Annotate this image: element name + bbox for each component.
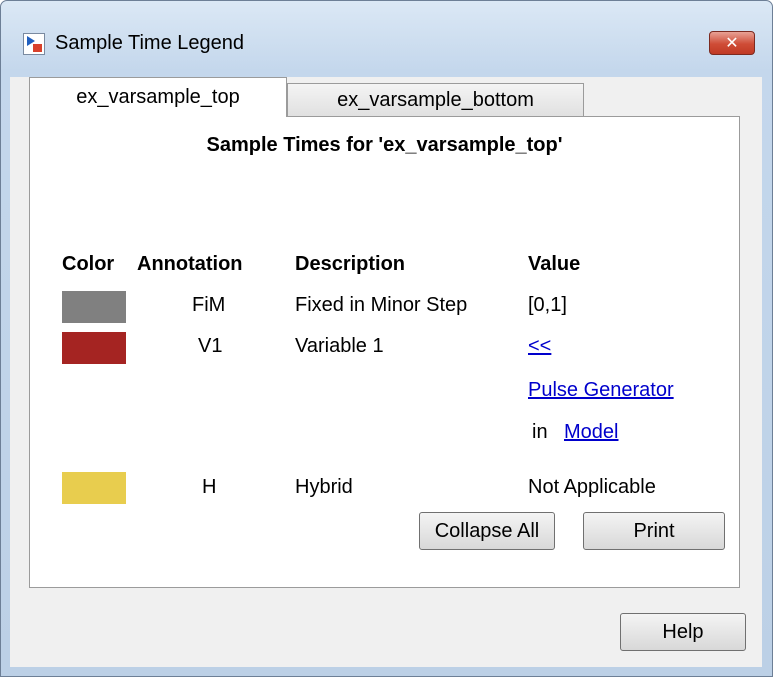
header-annotation: Annotation <box>137 253 243 275</box>
value-hybrid: Not Applicable <box>528 476 656 498</box>
app-icon-block-shape <box>33 44 42 52</box>
pulse-generator-link[interactable]: Pulse Generator <box>528 379 674 402</box>
description-fim: Fixed in Minor Step <box>295 294 468 316</box>
title-bar: Sample Time Legend ✕ <box>1 1 772 81</box>
in-label: in <box>532 421 548 443</box>
header-value: Value <box>528 253 581 275</box>
dialog-client-area: ex_varsample_top ex_varsample_bottom Sam… <box>10 77 762 667</box>
tab-panel: Sample Times for 'ex_varsample_top' Colo… <box>29 116 740 588</box>
header-color: Color <box>62 253 115 275</box>
color-swatch-hybrid <box>62 472 126 504</box>
annotation-fim: FiM <box>192 294 226 316</box>
print-label: Print <box>633 519 675 542</box>
collapse-all-label: Collapse All <box>434 519 540 542</box>
tab-ex-varsample-top[interactable]: ex_varsample_top <box>29 77 287 117</box>
annotation-hybrid: H <box>202 476 217 498</box>
collapse-link[interactable]: << <box>528 335 551 358</box>
tab-ex-varsample-bottom[interactable]: ex_varsample_bottom <box>287 83 584 117</box>
window-title: Sample Time Legend <box>55 32 245 54</box>
description-hybrid: Hybrid <box>295 476 353 498</box>
sample-time-legend-window: Sample Time Legend ✕ ex_varsample_top ex… <box>0 0 773 677</box>
model-link[interactable]: Model <box>564 421 618 444</box>
help-label: Help <box>662 620 704 643</box>
help-button[interactable]: Help <box>620 613 746 651</box>
description-v1: Variable 1 <box>295 335 384 357</box>
header-description: Description <box>295 253 406 275</box>
close-icon: ✕ <box>725 35 739 52</box>
app-icon <box>23 33 45 55</box>
tab-label: ex_varsample_top <box>76 86 240 108</box>
print-button[interactable]: Print <box>583 512 725 550</box>
close-button[interactable]: ✕ <box>709 31 755 55</box>
annotation-v1: V1 <box>198 335 223 357</box>
panel-title: Sample Times for 'ex_varsample_top' <box>206 134 563 156</box>
color-swatch-fim <box>62 291 126 323</box>
tab-label: ex_varsample_bottom <box>337 89 534 111</box>
value-fim: [0,1] <box>528 294 567 316</box>
color-swatch-v1 <box>62 332 126 364</box>
collapse-all-button[interactable]: Collapse All <box>419 512 555 550</box>
